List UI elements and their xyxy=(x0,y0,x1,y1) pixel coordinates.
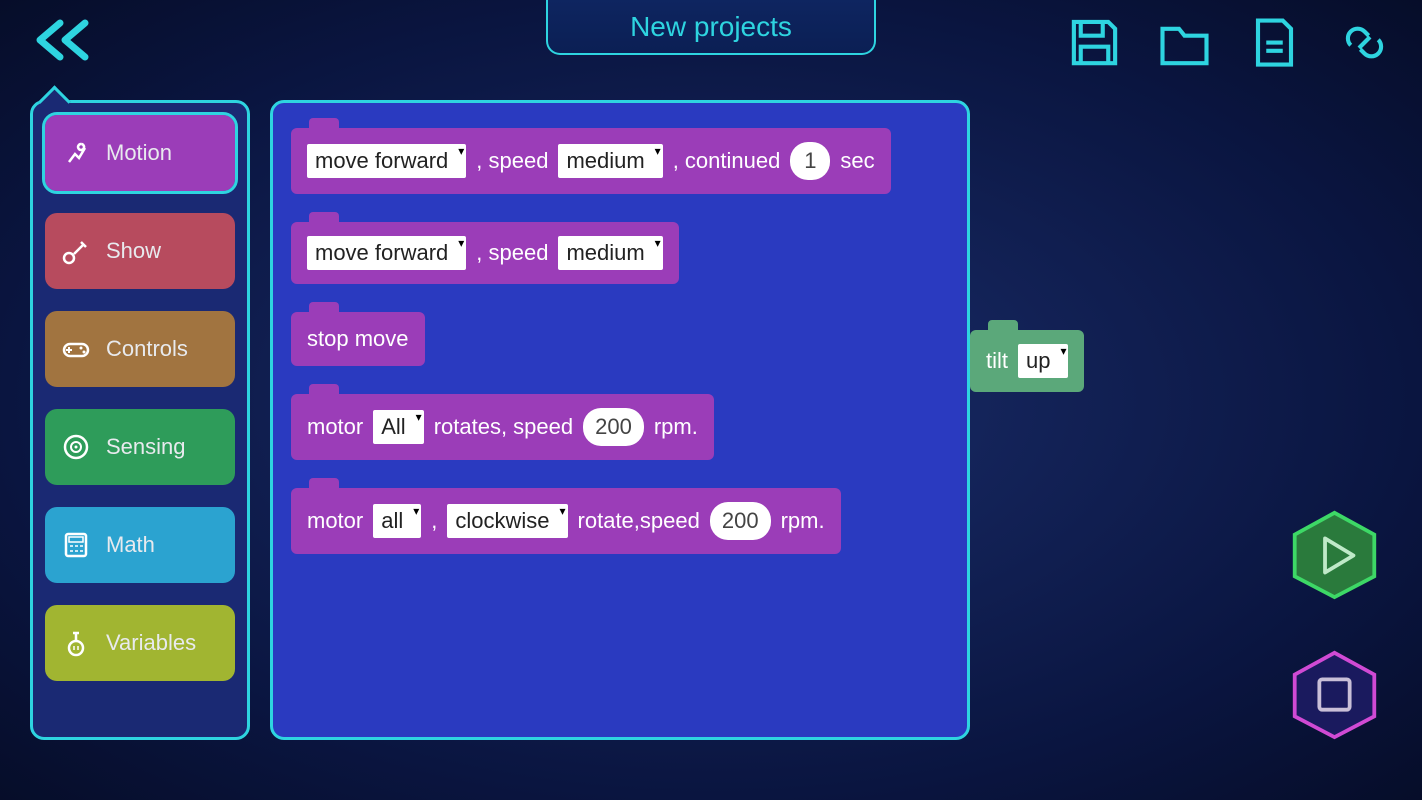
save-button[interactable] xyxy=(1067,15,1122,70)
play-hexagon-icon xyxy=(1287,510,1382,600)
label: , xyxy=(431,508,437,534)
label: rotates, speed xyxy=(434,414,573,440)
label: rotate,speed xyxy=(578,508,700,534)
rpm-input[interactable]: 200 xyxy=(710,502,771,540)
category-motion[interactable]: Motion xyxy=(45,115,235,191)
motor-select-dropdown[interactable]: All xyxy=(373,410,423,444)
block-tilt[interactable]: tilt up xyxy=(970,330,1084,392)
category-math[interactable]: Math xyxy=(45,507,235,583)
speed-dropdown[interactable]: medium xyxy=(558,236,662,270)
rpm-input[interactable]: 200 xyxy=(583,408,644,446)
save-icon xyxy=(1067,15,1122,70)
run-button[interactable] xyxy=(1287,510,1382,600)
workspace-canvas[interactable]: move forward , speed medium , continued … xyxy=(270,100,970,740)
stop-hexagon-icon xyxy=(1287,650,1382,740)
label: motor xyxy=(307,414,363,440)
direction-dropdown[interactable]: move forward xyxy=(307,144,466,178)
label: , continued xyxy=(673,148,781,174)
label: rpm. xyxy=(781,508,825,534)
category-label: Show xyxy=(106,238,161,264)
controls-icon xyxy=(60,333,92,365)
category-label: Motion xyxy=(106,140,172,166)
tilt-direction-dropdown[interactable]: up xyxy=(1018,344,1068,378)
label: , speed xyxy=(476,148,548,174)
category-label: Variables xyxy=(106,630,196,656)
link-button[interactable] xyxy=(1337,15,1392,70)
folder-icon xyxy=(1157,15,1212,70)
rotation-dropdown[interactable]: clockwise xyxy=(447,504,567,538)
category-sensing[interactable]: Sensing xyxy=(45,409,235,485)
motion-icon xyxy=(60,137,92,169)
stop-button[interactable] xyxy=(1287,650,1382,740)
category-label: Sensing xyxy=(106,434,186,460)
label: tilt xyxy=(986,348,1008,374)
link-icon xyxy=(1337,15,1392,70)
document-icon xyxy=(1247,15,1302,70)
direction-dropdown[interactable]: move forward xyxy=(307,236,466,270)
speed-dropdown[interactable]: medium xyxy=(558,144,662,178)
back-button[interactable] xyxy=(30,15,100,65)
category-label: Controls xyxy=(106,336,188,362)
label: stop move xyxy=(307,326,409,352)
show-icon xyxy=(60,235,92,267)
category-sidebar: Motion Show Controls Sensing Math xyxy=(30,100,250,740)
document-button[interactable] xyxy=(1247,15,1302,70)
block-motor-speed[interactable]: motor All rotates, speed 200 rpm. xyxy=(291,394,714,460)
block-move-timed[interactable]: move forward , speed medium , continued … xyxy=(291,128,891,194)
category-controls[interactable]: Controls xyxy=(45,311,235,387)
project-title: New projects xyxy=(546,0,876,55)
label: rpm. xyxy=(654,414,698,440)
block-motor-rotate[interactable]: motor all , clockwise rotate,speed 200 r… xyxy=(291,488,841,554)
duration-input[interactable]: 1 xyxy=(790,142,830,180)
label: motor xyxy=(307,508,363,534)
open-button[interactable] xyxy=(1157,15,1212,70)
sensing-icon xyxy=(60,431,92,463)
label: , speed xyxy=(476,240,548,266)
block-stop-move[interactable]: stop move xyxy=(291,312,425,366)
motor-select-dropdown[interactable]: all xyxy=(373,504,421,538)
block-move[interactable]: move forward , speed medium xyxy=(291,222,679,284)
double-chevron-left-icon xyxy=(30,15,100,65)
category-label: Math xyxy=(106,532,155,558)
category-variables[interactable]: Variables xyxy=(45,605,235,681)
label: sec xyxy=(840,148,874,174)
variables-icon xyxy=(60,627,92,659)
math-icon xyxy=(60,529,92,561)
category-show[interactable]: Show xyxy=(45,213,235,289)
